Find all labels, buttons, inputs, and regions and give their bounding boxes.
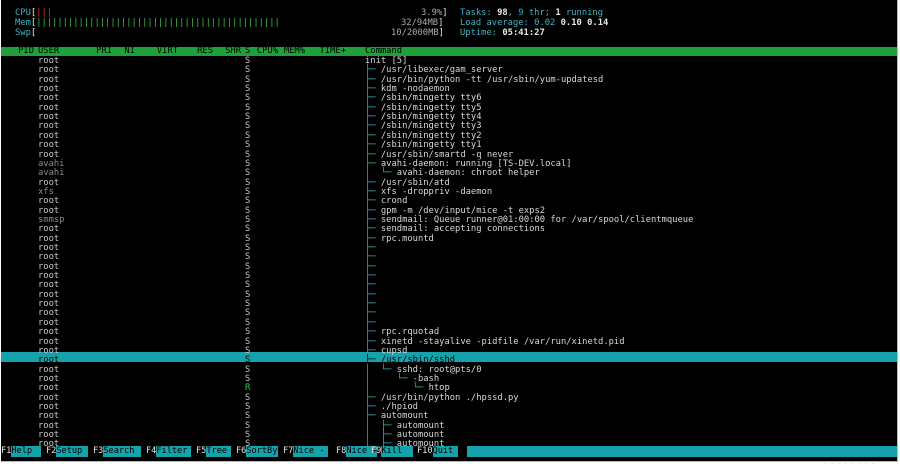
load-15min: 0.14 (587, 18, 609, 28)
process-table-header[interactable]: PID USER PRI NI VIRT RES SHR S CPU% MEM% TIME+ Comm… (1, 46, 897, 57)
function-key-code: F8 (336, 446, 347, 456)
swp-meter-label: Swp (15, 28, 31, 38)
function-key-bar: F1Help F2Setup F3Search F4Filter F5Tree F6Sor… (1, 446, 897, 457)
threads-label: , 9 thr; (507, 8, 551, 18)
swp-meter-value: 10/2000MB] (391, 28, 444, 38)
column-header-virt[interactable]: VIRT (157, 46, 178, 57)
cpu-meter-label: CPU (15, 8, 31, 18)
function-key-f1[interactable]: F1Help (1, 446, 42, 457)
function-key-label: Search (103, 446, 142, 457)
running-label: running (565, 8, 604, 18)
function-key-label: Quit (432, 446, 458, 457)
column-header-res[interactable]: RES (197, 46, 213, 57)
load-average-label: Load average: (460, 18, 529, 28)
function-key-f6[interactable]: F6SortBy (236, 446, 279, 457)
function-key-label: Filter (156, 446, 192, 457)
tasks-label: Tasks: (460, 8, 492, 18)
load-1min: 0.02 (534, 18, 556, 28)
swp-meter: Swp[ (15, 28, 37, 38)
function-key-f9[interactable]: F9Kill (371, 446, 414, 457)
function-key-label: Nice - (293, 446, 329, 457)
function-key-f7[interactable]: F7Nice - (283, 446, 329, 457)
column-header-ni[interactable]: NI (124, 46, 135, 57)
mem-meter-bar: ||||||||||||||||||||||||||||||||||||||||… (36, 18, 280, 28)
function-key-code: F6 (236, 446, 247, 456)
function-key-f5[interactable]: F5Tree (196, 446, 232, 457)
cpu-meter-bar: ||| (36, 8, 53, 18)
function-key-bar-filler (467, 446, 897, 457)
function-key-label: SortBy (246, 446, 279, 457)
tasks-total: 98 (497, 8, 508, 18)
function-key-code: F1 (1, 446, 12, 456)
function-key-f4[interactable]: F4Filter (146, 446, 192, 457)
load-5min: 0.10 (560, 18, 582, 28)
mem-meter-label: Mem (15, 18, 31, 28)
uptime-value: 05:41:27 (502, 28, 545, 38)
terminal-window: CPU[||| 3.9%] Mem[||||||||||||||||||||||… (1, 0, 898, 462)
column-header-shr[interactable]: SHR (225, 46, 241, 57)
column-header-pid[interactable]: PID (18, 46, 34, 57)
function-key-label: Tree (206, 446, 232, 457)
function-key-f3[interactable]: F3Search (93, 446, 142, 457)
resize-grip: · · · · · · · · (824, 461, 876, 466)
process-command: xinetd -stayalive -pidfile /var/run/xine… (380, 336, 625, 347)
function-key-code: F7 (283, 446, 294, 456)
process-command: rpc.mountd (380, 233, 434, 244)
mem-meter: Mem[||||||||||||||||||||||||||||||||||||… (15, 18, 280, 28)
function-key-label: Help (11, 446, 42, 457)
function-key-code: F2 (46, 446, 57, 456)
cpu-meter-value-text: 3.9% (421, 8, 443, 18)
uptime-label: Uptime: (460, 28, 498, 38)
function-key-label: Setup (56, 446, 89, 457)
function-key-code: F5 (196, 446, 207, 456)
column-header-mem[interactable]: MEM% (284, 46, 305, 57)
function-key-f2[interactable]: F2Setup (46, 446, 89, 457)
function-key-f10[interactable]: F10Quit (417, 446, 458, 457)
column-header-time[interactable]: TIME+ (320, 46, 346, 57)
function-key-code: F3 (93, 446, 104, 456)
uptime-info: Uptime: 05:41:27 (460, 28, 545, 39)
swp-meter-value-text: 10/2000MB (391, 28, 439, 38)
column-header-cpu[interactable]: CPU% (257, 46, 278, 57)
mem-meter-value-text: 32/94MB (401, 18, 439, 28)
column-header-pri[interactable]: PRI (96, 46, 112, 57)
function-key-label: Kill (381, 446, 414, 457)
function-key-code: F10 (417, 446, 433, 456)
function-key-code: F9 (371, 446, 382, 456)
function-key-code: F4 (146, 446, 157, 456)
running-count: 1 (555, 8, 561, 18)
